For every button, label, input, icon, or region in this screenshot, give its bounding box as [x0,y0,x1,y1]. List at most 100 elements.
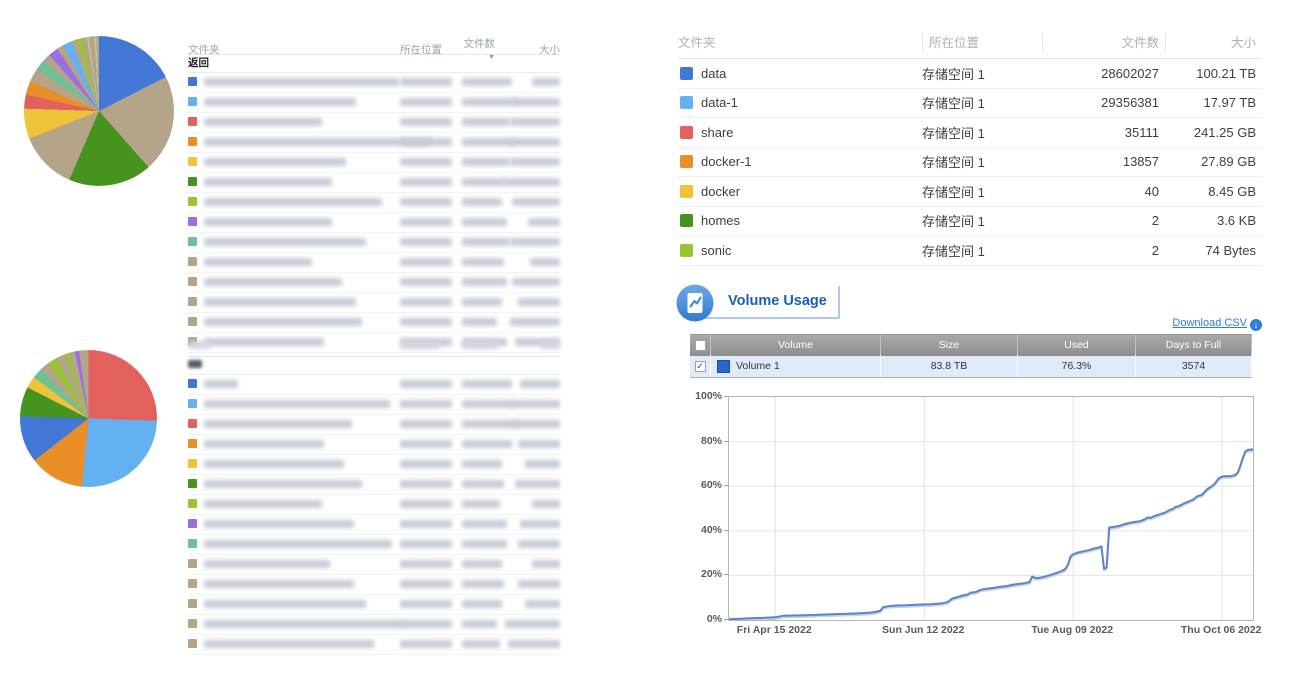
folder-table-top: 文件夹 所在位置 文件数▼ 大小 返回 [188,36,560,353]
shared-folder-row[interactable]: data存储空间 128602027100.21 TB [678,59,1262,89]
folder-color-icon [188,217,197,226]
back-row[interactable]: 返回 [188,55,560,73]
redacted-text [525,460,560,468]
redacted-text [462,298,502,306]
select-all-cell[interactable] [690,334,711,356]
folder-row[interactable] [188,595,560,615]
column-header-location[interactable]: 所在位置 [400,42,462,57]
column-header-count[interactable]: 文件数 [1042,34,1165,52]
folder-row[interactable] [188,213,560,233]
folder-size: 27.89 GB [1165,154,1262,169]
redacted-text [400,460,452,468]
redacted-text [400,318,452,326]
shared-folders-body: data存储空间 128602027100.21 TBdata-1存储空间 12… [678,59,1262,266]
folder-row[interactable] [188,73,560,93]
redacted-text [400,198,452,206]
redacted-text [518,440,560,448]
folder-row[interactable] [188,93,560,113]
redacted-text [462,400,514,408]
folder-name: share [701,125,734,140]
folder-color-icon [188,297,197,306]
folder-color-icon [680,155,693,168]
folder-row[interactable] [188,273,560,293]
column-header-folder[interactable]: 文件夹 [188,42,400,57]
y-axis-tick [724,619,728,620]
shared-folder-row[interactable]: share存储空间 135111241.25 GB [678,118,1262,148]
redacted-text [510,118,560,126]
folder-row[interactable] [188,615,560,635]
redacted-text [204,238,366,246]
redacted-text [510,138,560,146]
redacted-text [510,318,560,326]
folder-row[interactable] [188,475,560,495]
folder-row[interactable] [188,233,560,253]
y-axis-tick [724,574,728,575]
folder-row[interactable] [188,535,560,555]
redacted-text [400,440,452,448]
folder-row[interactable] [188,495,560,515]
redacted-text [400,480,452,488]
folder-row[interactable] [188,435,560,455]
shared-folder-row[interactable]: sonic存储空间 1274 Bytes [678,236,1262,266]
redacted-text [400,138,452,146]
folder-row[interactable] [188,415,560,435]
sort-desc-icon: ▼ [488,54,495,61]
redacted-text [462,98,517,106]
volume-series-swatch [717,360,730,373]
redacted-text [462,218,507,226]
redacted-text [204,600,366,608]
shared-folder-row[interactable]: docker存储空间 1408.45 GB [678,177,1262,207]
column-header-location[interactable]: 所在位置 [922,34,1042,52]
folder-row[interactable] [188,395,560,415]
redacted-text [204,560,330,568]
redacted-text [204,298,356,306]
redacted-text [520,380,560,388]
redacted-text [204,278,342,286]
folder-row[interactable] [188,555,560,575]
folder-row[interactable] [188,113,560,133]
redacted-text [188,341,210,349]
redacted-text [400,258,452,266]
folder-loc: 存储空间 1 [922,211,1042,230]
column-header-size[interactable]: 大小 [1165,34,1262,52]
redacted-text [462,198,502,206]
y-axis-label: 0% [682,613,722,625]
folder-row[interactable] [188,133,560,153]
folder-row[interactable] [188,153,560,173]
redacted-text [204,158,346,166]
folder-color-icon [188,117,197,126]
column-header-used: Used [1018,334,1136,356]
folder-row[interactable] [188,253,560,273]
folder-count: 29356381 [1042,95,1165,110]
folder-row[interactable] [188,635,560,655]
folder-row[interactable] [188,455,560,475]
folder-row[interactable] [188,375,560,395]
back-row-redacted[interactable] [188,357,560,375]
x-axis-label: Tue Aug 09 2022 [1031,624,1113,636]
shared-folder-row[interactable]: docker-1存储空间 11385727.89 GB [678,148,1262,178]
folder-row[interactable] [188,293,560,313]
volume-name: Volume 1 [736,355,780,377]
folder-row[interactable] [188,515,560,535]
column-header-count[interactable]: 文件数▼ [462,36,495,63]
folder-loc: 存储空间 1 [922,241,1042,260]
redacted-text [400,158,452,166]
redacted-text [400,380,452,388]
folder-row[interactable] [188,575,560,595]
shared-folder-row[interactable]: data-1存储空间 12935638117.97 TB [678,89,1262,119]
folder-row[interactable] [188,173,560,193]
redacted-text [204,480,362,488]
redacted-text [462,278,507,286]
folder-row[interactable] [188,193,560,213]
select-all-checkbox[interactable] [695,340,706,351]
redacted-text [462,440,512,448]
column-header-size[interactable]: 大小 [495,42,560,57]
volume-row[interactable]: ✓ Volume 1 83.8 TB 76.3% 3574 [690,355,1252,378]
folder-row[interactable] [188,313,560,333]
download-csv-link[interactable]: Download CSV [1172,317,1247,329]
column-header-folder[interactable]: 文件夹 [678,34,922,52]
redacted-text [510,238,560,246]
shared-folder-row[interactable]: homes存储空间 123.6 KB [678,207,1262,237]
y-axis-label: 80% [682,435,722,447]
volume-checkbox[interactable]: ✓ [695,361,706,372]
